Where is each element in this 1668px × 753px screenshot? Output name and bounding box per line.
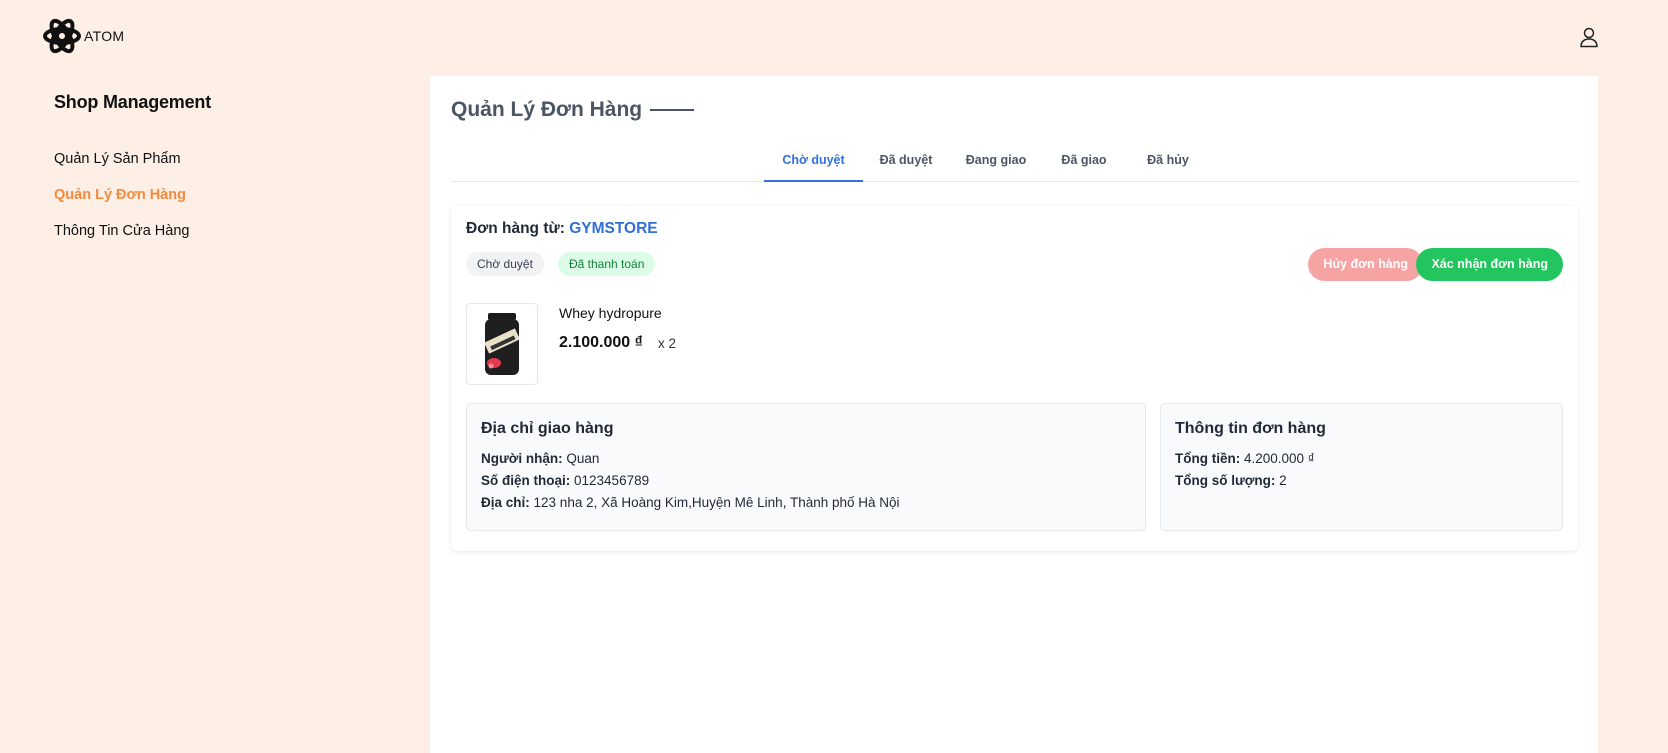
total-value: 4.200.000 ₫	[1244, 451, 1315, 466]
product-name: Whey hydropure	[559, 305, 662, 321]
tab-pending[interactable]: Chờ duyệt	[764, 143, 863, 182]
total-label: Tổng tiền:	[1175, 451, 1241, 466]
shipping-address-box: Địa chỉ giao hàng Người nhận: Quan Số đi…	[466, 403, 1146, 531]
payment-badge: Đã thanh toán	[558, 252, 656, 276]
count-row: Tổng số lượng: 2	[1175, 470, 1548, 492]
user-icon[interactable]	[1578, 26, 1600, 48]
order-source: Đơn hàng từ: GYMSTORE	[466, 220, 658, 238]
address-label: Địa chỉ:	[481, 495, 530, 510]
recipient-row: Người nhận: Quan	[481, 448, 1131, 470]
count-value: 2	[1279, 473, 1287, 488]
count-label: Tổng số lượng:	[1175, 473, 1276, 488]
store-name: GYMSTORE	[569, 220, 658, 237]
sidebar-item-products[interactable]: Quản Lý Sản Phẩm	[54, 141, 354, 177]
tab-shipping[interactable]: Đang giao	[956, 143, 1036, 182]
address-row: Địa chỉ: 123 nha 2, Xã Hoàng Kim,Huyện M…	[481, 492, 1131, 514]
order-status-tabs: Chờ duyệt Đã duyệt Đang giao Đã giao Đã …	[451, 143, 1578, 182]
tab-cancelled[interactable]: Đã hủy	[1135, 143, 1201, 182]
sidebar-item-store-info[interactable]: Thông Tin Cửa Hàng	[54, 213, 354, 249]
address-value: 123 nha 2, Xã Hoàng Kim,Huyện Mê Linh, T…	[533, 495, 900, 510]
cancel-order-button[interactable]: Hủy đơn hàng	[1308, 248, 1423, 281]
recipient-label: Người nhận:	[481, 451, 563, 466]
main-panel: Quản Lý Đơn Hàng Chờ duyệt Đã duyệt Đang…	[430, 76, 1598, 753]
product-quantity: x 2	[658, 336, 677, 351]
logo[interactable]: ATOM	[42, 14, 124, 58]
confirm-order-button[interactable]: Xác nhận đơn hàng	[1416, 248, 1563, 281]
tab-approved[interactable]: Đã duyệt	[871, 143, 941, 182]
title-divider	[650, 109, 695, 111]
product-price: 2.100.000 ₫	[559, 334, 643, 351]
atom-icon	[43, 18, 81, 54]
order-summary-title: Thông tin đơn hàng	[1175, 420, 1326, 437]
phone-value: 0123456789	[574, 473, 650, 488]
page-title-text: Quản Lý Đơn Hàng	[451, 98, 643, 121]
shipping-address-title: Địa chỉ giao hàng	[481, 420, 614, 437]
order-card: Đơn hàng từ: GYMSTORE Chờ duyệt Đã thanh…	[451, 206, 1578, 551]
recipient-value: Quan	[566, 451, 600, 466]
protein-tub-image	[484, 313, 520, 375]
order-from-label: Đơn hàng từ:	[466, 220, 565, 237]
sidebar-title: Shop Management	[54, 92, 212, 112]
phone-label: Số điện thoại:	[481, 473, 571, 488]
product-image	[466, 303, 538, 385]
logo-text: ATOM	[84, 28, 125, 44]
order-summary-box: Thông tin đơn hàng Tổng tiền: 4.200.000 …	[1160, 403, 1563, 531]
status-badge: Chờ duyệt	[466, 252, 544, 276]
total-row: Tổng tiền: 4.200.000 ₫	[1175, 448, 1548, 470]
phone-row: Số điện thoại: 0123456789	[481, 470, 1131, 492]
sidebar-item-orders[interactable]: Quản Lý Đơn Hàng	[54, 177, 354, 213]
sidebar: Shop Management Quản Lý Sản Phẩm Quản Lý…	[54, 92, 354, 249]
page-title: Quản Lý Đơn Hàng	[451, 98, 695, 122]
tab-delivered[interactable]: Đã giao	[1051, 143, 1117, 182]
